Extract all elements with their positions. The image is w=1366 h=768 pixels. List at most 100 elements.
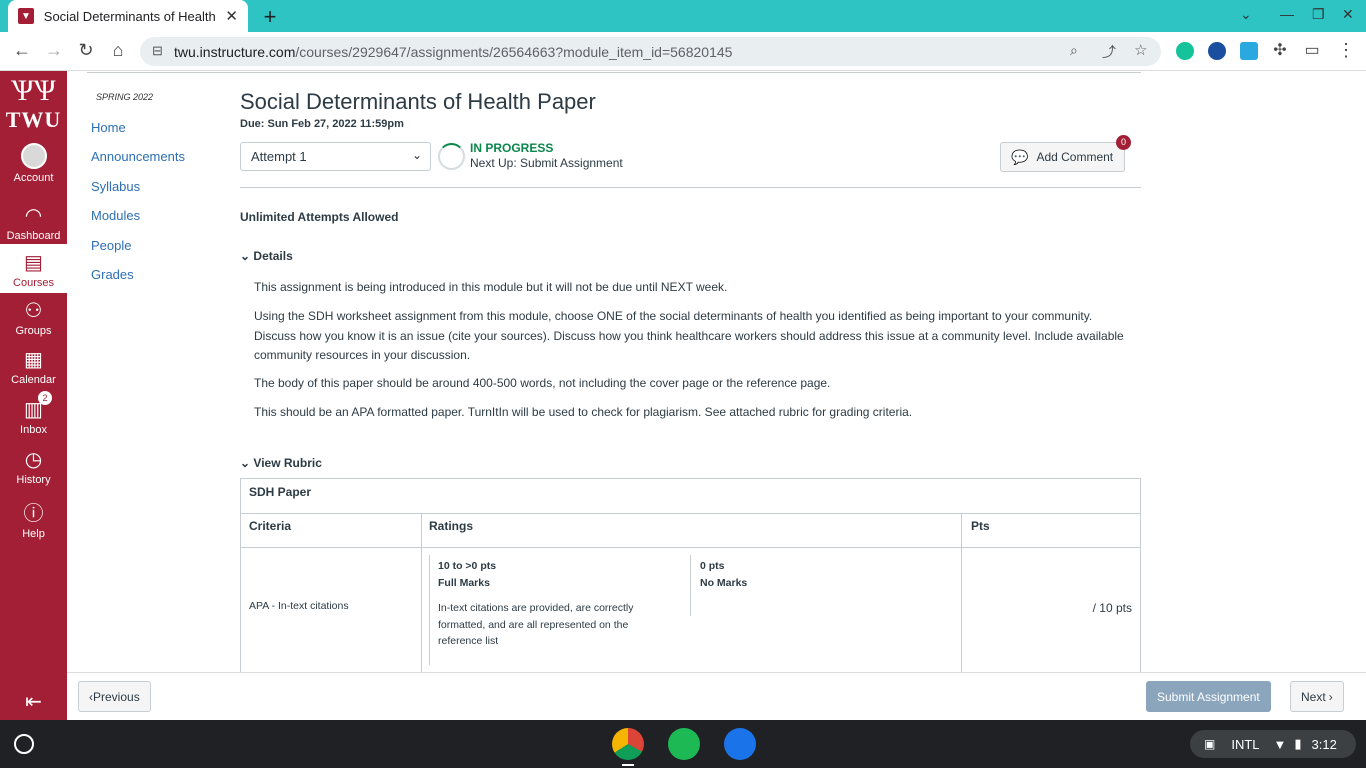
rubric-title: SDH Paper <box>249 485 312 499</box>
next-button[interactable]: Next › <box>1290 681 1344 712</box>
progress-ring-icon <box>438 143 465 170</box>
nav-help[interactable]: ⓘ Help <box>0 497 67 540</box>
extension-icon[interactable] <box>1208 42 1226 60</box>
nav-label: Dashboard <box>6 230 61 242</box>
nav-courses[interactable]: ▤ Courses <box>0 244 67 293</box>
chevron-down-icon: ⌄ <box>240 456 251 470</box>
details-heading: Details <box>253 249 293 263</box>
divider <box>240 187 1141 188</box>
attempt-select[interactable]: Attempt 1 ⌄ <box>240 142 431 171</box>
forward-icon[interactable]: → <box>43 40 65 61</box>
divider <box>961 513 962 672</box>
nav-account[interactable]: Account <box>0 143 67 184</box>
tab-search-icon[interactable]: ⌄ <box>1240 6 1252 23</box>
calendar-icon: ▦ <box>24 349 43 371</box>
cast-icon[interactable]: ▭ <box>1301 40 1323 60</box>
description-paragraph: This assignment is being introduced in t… <box>254 280 728 294</box>
add-comment-label: Add Comment <box>1036 150 1114 164</box>
course-nav-announcements[interactable]: Announcements <box>91 149 185 164</box>
nav-calendar[interactable]: ▦ Calendar <box>0 347 67 386</box>
view-rubric-toggle[interactable]: ⌄ View Rubric <box>240 456 322 470</box>
due-date: Due: Sun Feb 27, 2022 11:59pm <box>240 118 404 130</box>
chevron-right-icon: › <box>1328 689 1333 704</box>
nav-label: Courses <box>13 277 54 289</box>
restore-icon[interactable]: ❐ <box>1312 6 1325 23</box>
nav-inbox[interactable]: ▥ Inbox <box>0 397 67 436</box>
chrome-app-icon[interactable] <box>612 728 644 760</box>
description-paragraph: The body of this paper should be around … <box>254 376 831 390</box>
spotify-app-icon[interactable] <box>668 728 700 760</box>
rubric-table: SDH Paper Criteria Ratings Pts APA - In-… <box>240 478 1141 673</box>
status-tray[interactable]: ▣ INTL ▼ ▮ 3:12 <box>1190 730 1356 758</box>
courses-icon: ▤ <box>24 252 43 274</box>
new-tab-button[interactable]: + <box>260 4 280 30</box>
dashboard-icon: ◠ <box>24 205 43 227</box>
site-info-icon[interactable]: ⊟ <box>152 43 163 59</box>
course-nav-grades[interactable]: Grades <box>91 267 134 282</box>
collapse-nav-icon[interactable]: ⇤ <box>0 689 67 714</box>
nav-history[interactable]: ◷ History <box>0 447 67 486</box>
description-paragraph: Using the SDH worksheet assignment from … <box>254 309 1124 362</box>
running-indicator <box>622 764 634 766</box>
groups-icon: ⚇ <box>24 300 43 322</box>
history-icon: ◷ <box>24 449 43 471</box>
previous-button[interactable]: ‹ Previous <box>78 681 151 712</box>
share-icon[interactable]: ⤴ <box>1102 42 1116 62</box>
extensions-puzzle-icon[interactable]: ✣ <box>1269 40 1291 60</box>
launcher-icon[interactable] <box>14 734 34 754</box>
status-label: IN PROGRESS <box>470 141 554 155</box>
clipboard-icon: ▣ <box>1204 737 1216 751</box>
zoom-icon[interactable]: ⌕ <box>1070 42 1078 59</box>
os-shelf <box>0 720 1366 768</box>
address-bar[interactable]: ⊟ twu.instructure.com/courses/2929647/as… <box>140 37 1161 66</box>
nav-label: Groups <box>15 325 52 337</box>
criteria-header: Criteria <box>249 519 292 533</box>
course-nav-home[interactable]: Home <box>91 120 126 135</box>
reload-icon[interactable]: ↻ <box>75 40 97 61</box>
ratings-header: Ratings <box>429 519 474 533</box>
course-nav-modules[interactable]: Modules <box>91 208 140 223</box>
browser-tab[interactable]: ▼ Social Determinants of Health P ✕ <box>8 0 248 32</box>
close-tab-icon[interactable]: ✕ <box>225 7 238 25</box>
nav-label: Help <box>22 528 45 540</box>
submit-assignment-button[interactable]: Submit Assignment <box>1146 681 1271 712</box>
global-navigation: ѰѰ TWU Account ◠ Dashboard ▤ Courses ⚇ G… <box>0 71 67 720</box>
divider <box>241 547 1140 548</box>
help-icon: ⓘ <box>23 503 44 525</box>
rating-points: 0 pts <box>700 560 725 572</box>
attempts-allowed: Unlimited Attempts Allowed <box>240 210 399 224</box>
nav-dashboard[interactable]: ◠ Dashboard <box>0 203 67 242</box>
clock: 3:12 <box>1311 736 1337 752</box>
nav-label: Account <box>13 172 54 184</box>
divider <box>429 555 430 665</box>
nav-groups[interactable]: ⚇ Groups <box>0 298 67 337</box>
nav-label: Calendar <box>11 374 56 386</box>
course-nav-syllabus[interactable]: Syllabus <box>91 179 140 194</box>
module-sequence-footer: ‹ Previous Submit Assignment Next › <box>67 672 1366 720</box>
menu-kebab-icon[interactable]: ⋮ <box>1335 40 1357 61</box>
course-nav-people[interactable]: People <box>91 238 131 253</box>
criterion-name: APA - In-text citations <box>249 600 349 612</box>
chevron-down-icon: ⌄ <box>240 249 251 263</box>
inbox-unread-badge: 2 <box>38 391 52 405</box>
divider <box>421 513 422 672</box>
grammarly-extension-icon[interactable] <box>1176 42 1194 60</box>
twu-logo[interactable]: ѰѰ TWU <box>0 75 67 133</box>
browser-tab-bar: ▼ Social Determinants of Health P ✕ + ⌄ … <box>0 0 1366 32</box>
camera-app-icon[interactable] <box>724 728 756 760</box>
add-comment-button[interactable]: 💬 Add Comment <box>1000 142 1125 172</box>
nav-label: History <box>16 474 51 486</box>
back-icon[interactable]: ← <box>11 40 33 61</box>
comment-icon: 💬 <box>1011 148 1029 165</box>
rubric-heading: View Rubric <box>253 456 322 470</box>
chevron-down-icon: ⌄ <box>411 148 422 162</box>
comment-count-badge: 0 <box>1116 135 1131 150</box>
bookmark-star-icon[interactable]: ☆ <box>1134 41 1147 59</box>
home-icon[interactable]: ⌂ <box>107 40 129 61</box>
close-window-icon[interactable]: ✕ <box>1342 6 1354 23</box>
cloud-extension-icon[interactable] <box>1240 42 1258 60</box>
rating-points: 10 to >0 pts <box>438 560 497 572</box>
minimize-icon[interactable]: — <box>1280 6 1294 22</box>
details-toggle[interactable]: ⌄ Details <box>240 249 293 263</box>
url-text: twu.instructure.com/courses/2929647/assi… <box>174 43 733 60</box>
